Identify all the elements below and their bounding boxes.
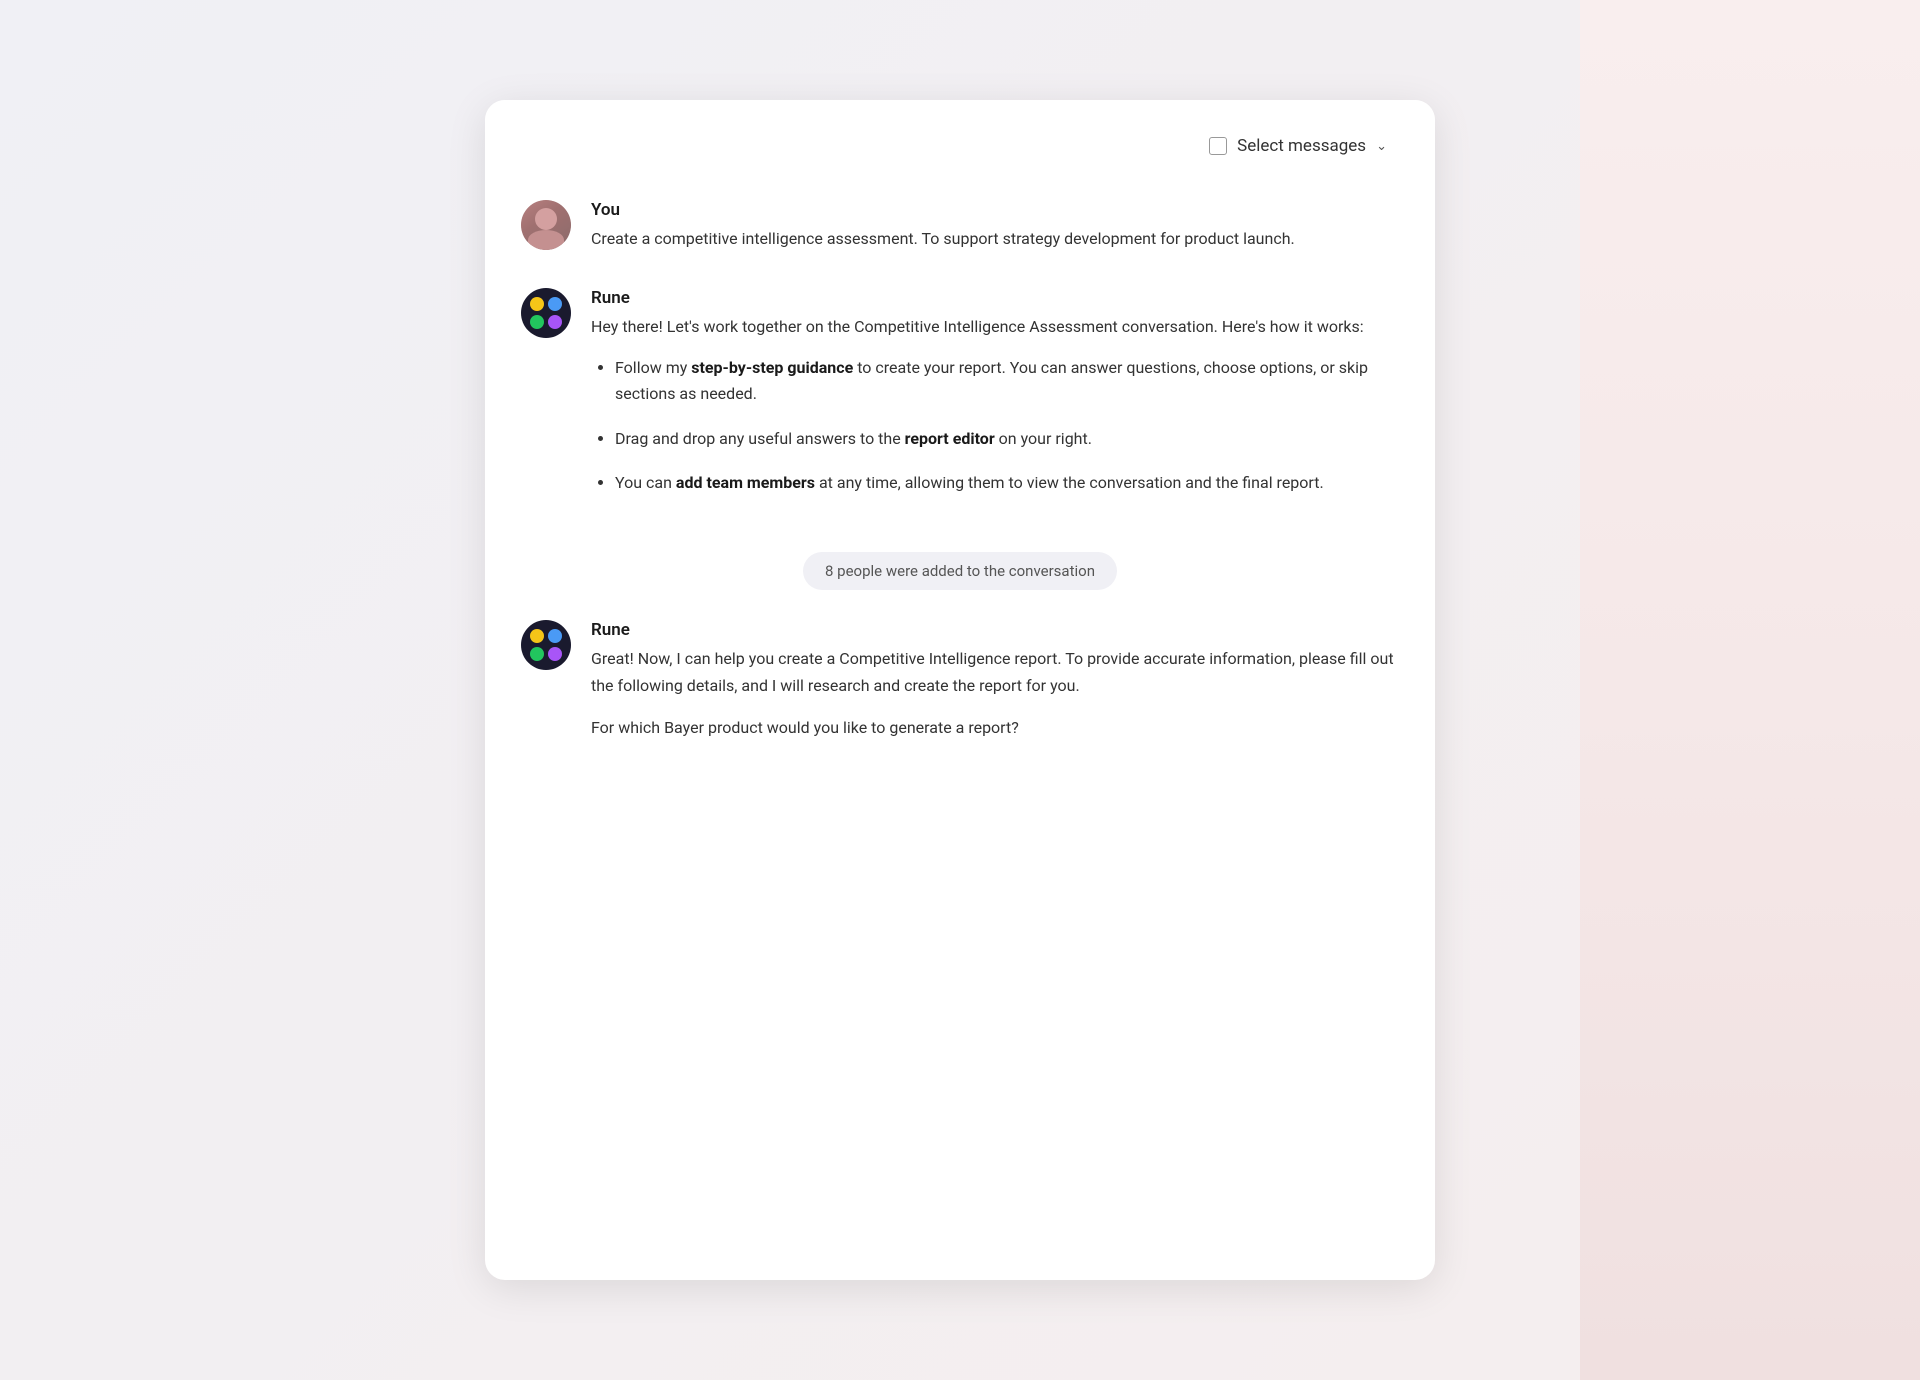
dot-yellow xyxy=(530,297,544,311)
bullet-2-after: on your right. xyxy=(995,429,1092,448)
bullet-1-before: Follow my xyxy=(615,358,691,377)
system-message-notification: 8 people were added to the conversation xyxy=(521,552,1399,590)
bullet-2-bold: report editor xyxy=(905,429,995,448)
message-text-rune-1: Hey there! Let's work together on the Co… xyxy=(591,314,1399,496)
message-block-you: You Create a competitive intelligence as… xyxy=(521,200,1399,252)
message-text-rune-2: Great! Now, I can help you create a Comp… xyxy=(591,646,1399,741)
message-content-rune-2: Rune Great! Now, I can help you create a… xyxy=(591,620,1399,741)
chevron-down-icon: ⌄ xyxy=(1376,139,1387,154)
chat-messages-list: You Create a competitive intelligence as… xyxy=(485,180,1435,1280)
bullet-1-bold: step-by-step guidance xyxy=(691,358,853,377)
dot-purple xyxy=(548,315,562,329)
bullet-3-bold: add team members xyxy=(676,473,815,492)
bullet-item-2: Drag and drop any useful answers to the … xyxy=(615,426,1399,452)
dot-green-2 xyxy=(530,647,544,661)
user-avatar-image xyxy=(521,200,571,250)
dot-purple-2 xyxy=(548,647,562,661)
rune-intro-text: Hey there! Let's work together on the Co… xyxy=(591,317,1364,336)
dot-green xyxy=(530,315,544,329)
system-message-badge: 8 people were added to the conversation xyxy=(803,552,1117,590)
rune-avatar-dots xyxy=(524,291,568,335)
message-content-rune-1: Rune Hey there! Let's work together on t… xyxy=(591,288,1399,496)
chat-header: Select messages ⌄ xyxy=(485,100,1435,180)
message-content-you: You Create a competitive intelligence as… xyxy=(591,200,1399,252)
avatar-rune-1 xyxy=(521,288,571,338)
select-messages-checkbox[interactable] xyxy=(1209,137,1227,155)
avatar-rune-2 xyxy=(521,620,571,670)
bullet-item-1: Follow my step-by-step guidance to creat… xyxy=(615,355,1399,408)
bullet-item-3: You can add team members at any time, al… xyxy=(615,470,1399,496)
dot-yellow-2 xyxy=(530,629,544,643)
message-block-rune-1: Rune Hey there! Let's work together on t… xyxy=(521,288,1399,496)
dot-blue-2 xyxy=(548,629,562,643)
message-block-rune-2: Rune Great! Now, I can help you create a… xyxy=(521,620,1399,741)
rune-2-partial-text: For which Bayer product would you like t… xyxy=(591,715,1399,741)
bullet-2-before: Drag and drop any useful answers to the xyxy=(615,429,905,448)
rune-avatar-dots-2 xyxy=(524,623,568,667)
message-author-you: You xyxy=(591,200,1399,220)
message-author-rune-2: Rune xyxy=(591,620,1399,640)
message-author-rune-1: Rune xyxy=(591,288,1399,308)
select-messages-label: Select messages xyxy=(1237,136,1366,156)
page-background: Select messages ⌄ You Create a competiti… xyxy=(0,0,1920,1380)
select-messages-button[interactable]: Select messages ⌄ xyxy=(1197,128,1399,164)
message-text-you: Create a competitive intelligence assess… xyxy=(591,226,1399,252)
rune-bullet-list: Follow my step-by-step guidance to creat… xyxy=(599,355,1399,497)
rune-2-main-text: Great! Now, I can help you create a Comp… xyxy=(591,649,1394,694)
avatar-user xyxy=(521,200,571,250)
bullet-3-after: at any time, allowing them to view the c… xyxy=(815,473,1324,492)
chat-container: Select messages ⌄ You Create a competiti… xyxy=(485,100,1435,1280)
bullet-3-before: You can xyxy=(615,473,676,492)
dot-blue xyxy=(548,297,562,311)
